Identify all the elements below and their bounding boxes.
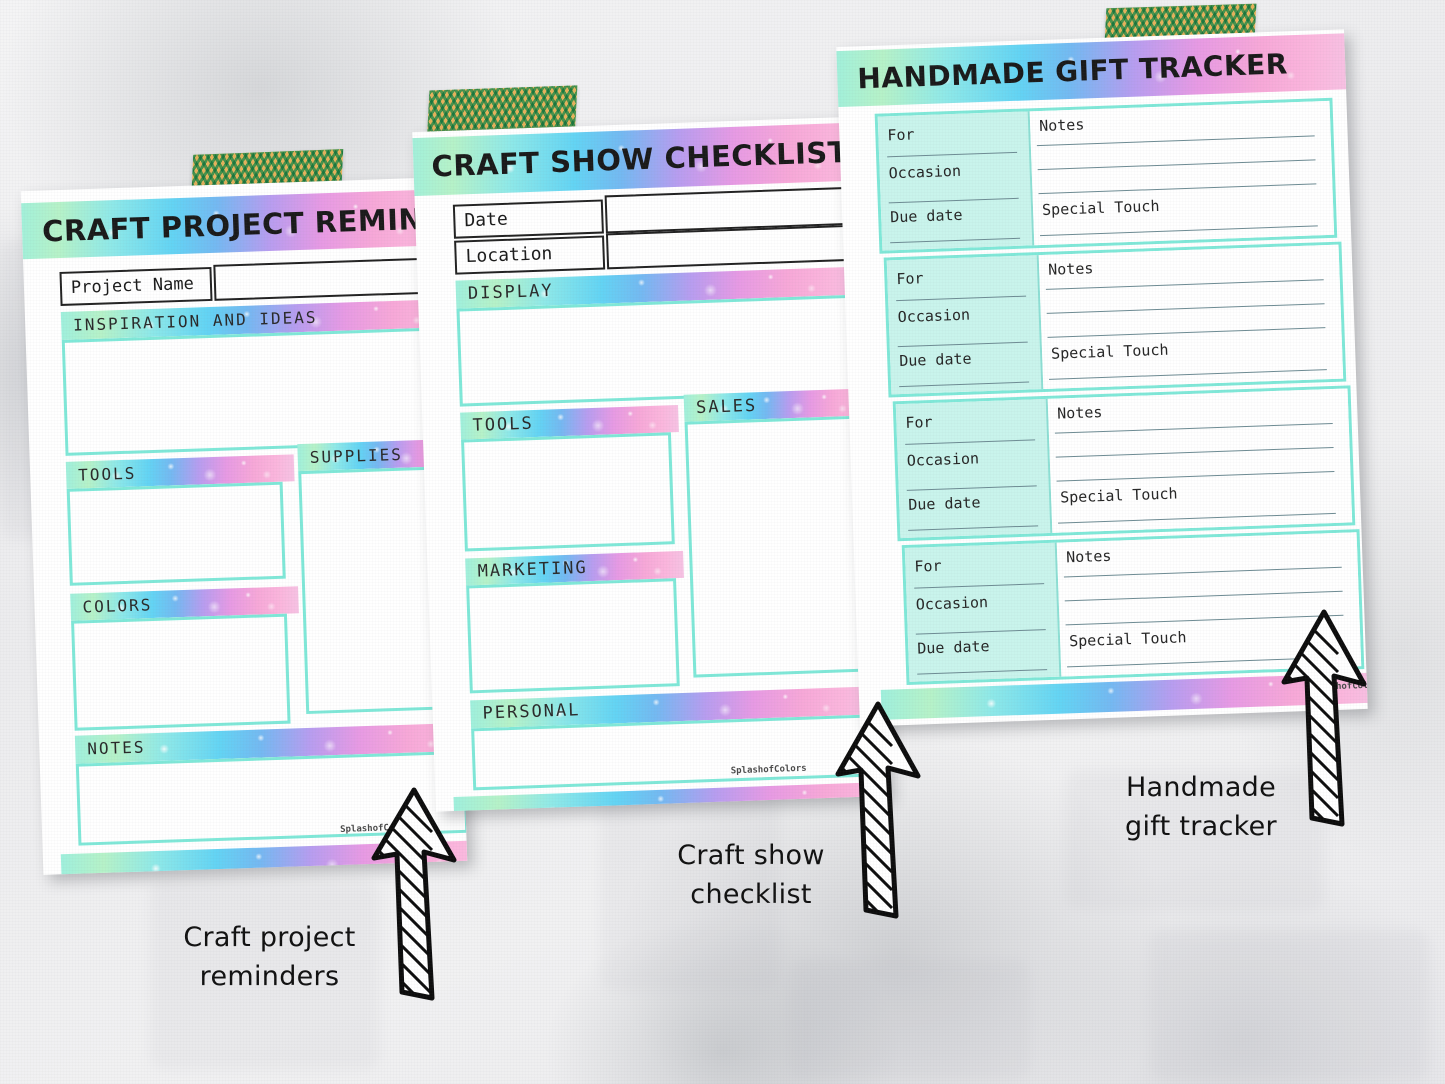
gift-card-3-notes-line-3[interactable] bbox=[1056, 470, 1335, 482]
gift-card-2-due-date-label: Due date bbox=[898, 349, 972, 371]
gift-card-2-right: Notes Special Touch bbox=[1038, 244, 1344, 390]
gift-card-2-special-touch-line[interactable] bbox=[1048, 369, 1327, 380]
gift-card-3-for-line[interactable] bbox=[905, 439, 1036, 445]
section-box-inspiration[interactable] bbox=[61, 327, 456, 456]
gift-card-4-due-date-label: Due date bbox=[917, 637, 990, 658]
gift-card-1-special-touch-label: Special Touch bbox=[1041, 196, 1160, 219]
section-label-tools-2: TOOLS bbox=[472, 413, 535, 436]
gift-card-2[interactable]: For Occasion Due date Notes Special Touc… bbox=[883, 241, 1347, 398]
gift-card-1-notes-line-1[interactable] bbox=[1036, 135, 1315, 147]
gift-card-2-notes-line-2[interactable] bbox=[1046, 303, 1325, 314]
gift-card-4-notes-line-1[interactable] bbox=[1063, 566, 1342, 578]
gift-card-1-notes-line-2[interactable] bbox=[1037, 159, 1316, 171]
gift-card-2-left: For Occasion Due date bbox=[886, 255, 1044, 395]
sheet-craft-show-checklist: CRAFT SHOW CHECKLIST Date Location DISPL… bbox=[412, 116, 888, 812]
gift-card-1-occasion-label: Occasion bbox=[888, 161, 962, 183]
gift-card-4-special-touch-label: Special Touch bbox=[1068, 628, 1187, 651]
sheet-craft-project-reminders: CRAFT PROJECT REMINDERS Project Name INS… bbox=[20, 177, 468, 875]
date-label: Date bbox=[464, 208, 509, 232]
section-box-personal[interactable] bbox=[471, 714, 872, 791]
gift-card-1-due-date-line[interactable] bbox=[890, 237, 1021, 244]
gift-card-1-for-label: For bbox=[887, 125, 915, 145]
gift-card-1[interactable]: For Occasion Due date Notes Special Touc… bbox=[874, 97, 1338, 254]
gift-card-2-notes-line-1[interactable] bbox=[1045, 279, 1324, 290]
section-label-supplies: SUPPLIES bbox=[309, 444, 404, 467]
gift-card-4-for-line[interactable] bbox=[914, 583, 1045, 589]
anno-craft-show-checklist: Craft show checklist bbox=[677, 840, 825, 911]
section-label-colors: COLORS bbox=[82, 594, 153, 617]
gift-card-4-left: For Occasion Due date bbox=[904, 542, 1062, 682]
section-box-marketing[interactable] bbox=[466, 578, 680, 694]
gift-card-3-occasion-line[interactable] bbox=[906, 485, 1037, 491]
gift-card-3-notes-line-1[interactable] bbox=[1054, 422, 1333, 434]
gift-card-3-notes-line-2[interactable] bbox=[1055, 446, 1334, 458]
project-name-label: Project Name bbox=[70, 273, 195, 298]
gift-card-3-for-label: For bbox=[905, 412, 933, 432]
gift-card-2-occasion-label: Occasion bbox=[897, 305, 971, 327]
gift-card-4-occasion-line[interactable] bbox=[915, 629, 1046, 635]
gift-card-3-right: Notes Special Touch bbox=[1047, 388, 1353, 533]
section-label-display: DISPLAY bbox=[467, 280, 554, 304]
anno-craft-project-reminders: Craft project reminders bbox=[183, 922, 356, 993]
section-box-sales[interactable] bbox=[684, 415, 868, 678]
gift-card-2-notes-line-3[interactable] bbox=[1047, 327, 1326, 338]
gift-card-3[interactable]: For Occasion Due date Notes Special Touc… bbox=[892, 385, 1356, 542]
gift-card-1-for-line[interactable] bbox=[887, 151, 1018, 158]
gift-card-4-due-date-line[interactable] bbox=[917, 669, 1048, 675]
section-box-tools[interactable] bbox=[66, 481, 286, 586]
section-box-tools-2[interactable] bbox=[461, 432, 675, 552]
section-label-sales: SALES bbox=[695, 395, 758, 418]
location-label: Location bbox=[465, 243, 553, 268]
gift-card-4-occasion-label: Occasion bbox=[915, 593, 989, 614]
gift-card-4-for-label: For bbox=[914, 556, 942, 576]
gift-card-3-due-date-line[interactable] bbox=[908, 525, 1039, 531]
field-label-date: Date bbox=[452, 199, 604, 239]
gift-card-1-right: Notes Special Touch bbox=[1029, 100, 1335, 246]
section-label-personal: PERSONAL bbox=[482, 700, 581, 724]
gift-card-2-due-date-line[interactable] bbox=[899, 381, 1030, 388]
section-label-marketing: MARKETING bbox=[477, 557, 589, 582]
field-label-project-name: Project Name bbox=[59, 266, 213, 306]
gift-card-3-due-date-label: Due date bbox=[907, 493, 981, 514]
gift-card-4-notes-line-2[interactable] bbox=[1064, 590, 1343, 602]
gift-card-1-occasion-line[interactable] bbox=[888, 197, 1019, 204]
gift-card-1-notes-line-3[interactable] bbox=[1038, 183, 1317, 195]
gift-card-2-for-line[interactable] bbox=[896, 295, 1027, 302]
section-label-inspiration: INSPIRATION AND IDEAS bbox=[72, 307, 318, 335]
anno-handmade-gift-tracker: Handmade gift tracker bbox=[1125, 772, 1277, 843]
field-label-location: Location bbox=[454, 235, 606, 275]
gift-card-1-notes-label: Notes bbox=[1038, 115, 1085, 136]
gift-card-2-special-touch-label: Special Touch bbox=[1050, 340, 1169, 363]
gift-card-1-special-touch-line[interactable] bbox=[1039, 225, 1318, 237]
gift-card-2-for-label: For bbox=[896, 269, 924, 289]
gift-card-3-notes-label: Notes bbox=[1056, 403, 1103, 423]
gift-card-3-special-touch-label: Special Touch bbox=[1059, 484, 1178, 507]
gift-card-2-occasion-line[interactable] bbox=[897, 341, 1028, 348]
gift-card-1-due-date-label: Due date bbox=[889, 205, 963, 227]
section-box-colors[interactable] bbox=[71, 613, 291, 731]
gift-card-3-occasion-label: Occasion bbox=[906, 449, 980, 470]
gift-card-3-special-touch-line[interactable] bbox=[1058, 512, 1336, 524]
location-input[interactable] bbox=[605, 224, 860, 270]
gift-card-4-notes-label: Notes bbox=[1065, 546, 1112, 567]
section-label-tools: TOOLS bbox=[77, 463, 137, 485]
section-label-notes: NOTES bbox=[86, 737, 146, 759]
poster-canvas: CRAFT PROJECT REMINDERS Project Name INS… bbox=[0, 0, 1445, 1084]
gift-card-3-left: For Occasion Due date bbox=[895, 398, 1053, 539]
gift-card-2-notes-label: Notes bbox=[1047, 259, 1094, 279]
gift-card-1-left: For Occasion Due date bbox=[877, 111, 1035, 251]
